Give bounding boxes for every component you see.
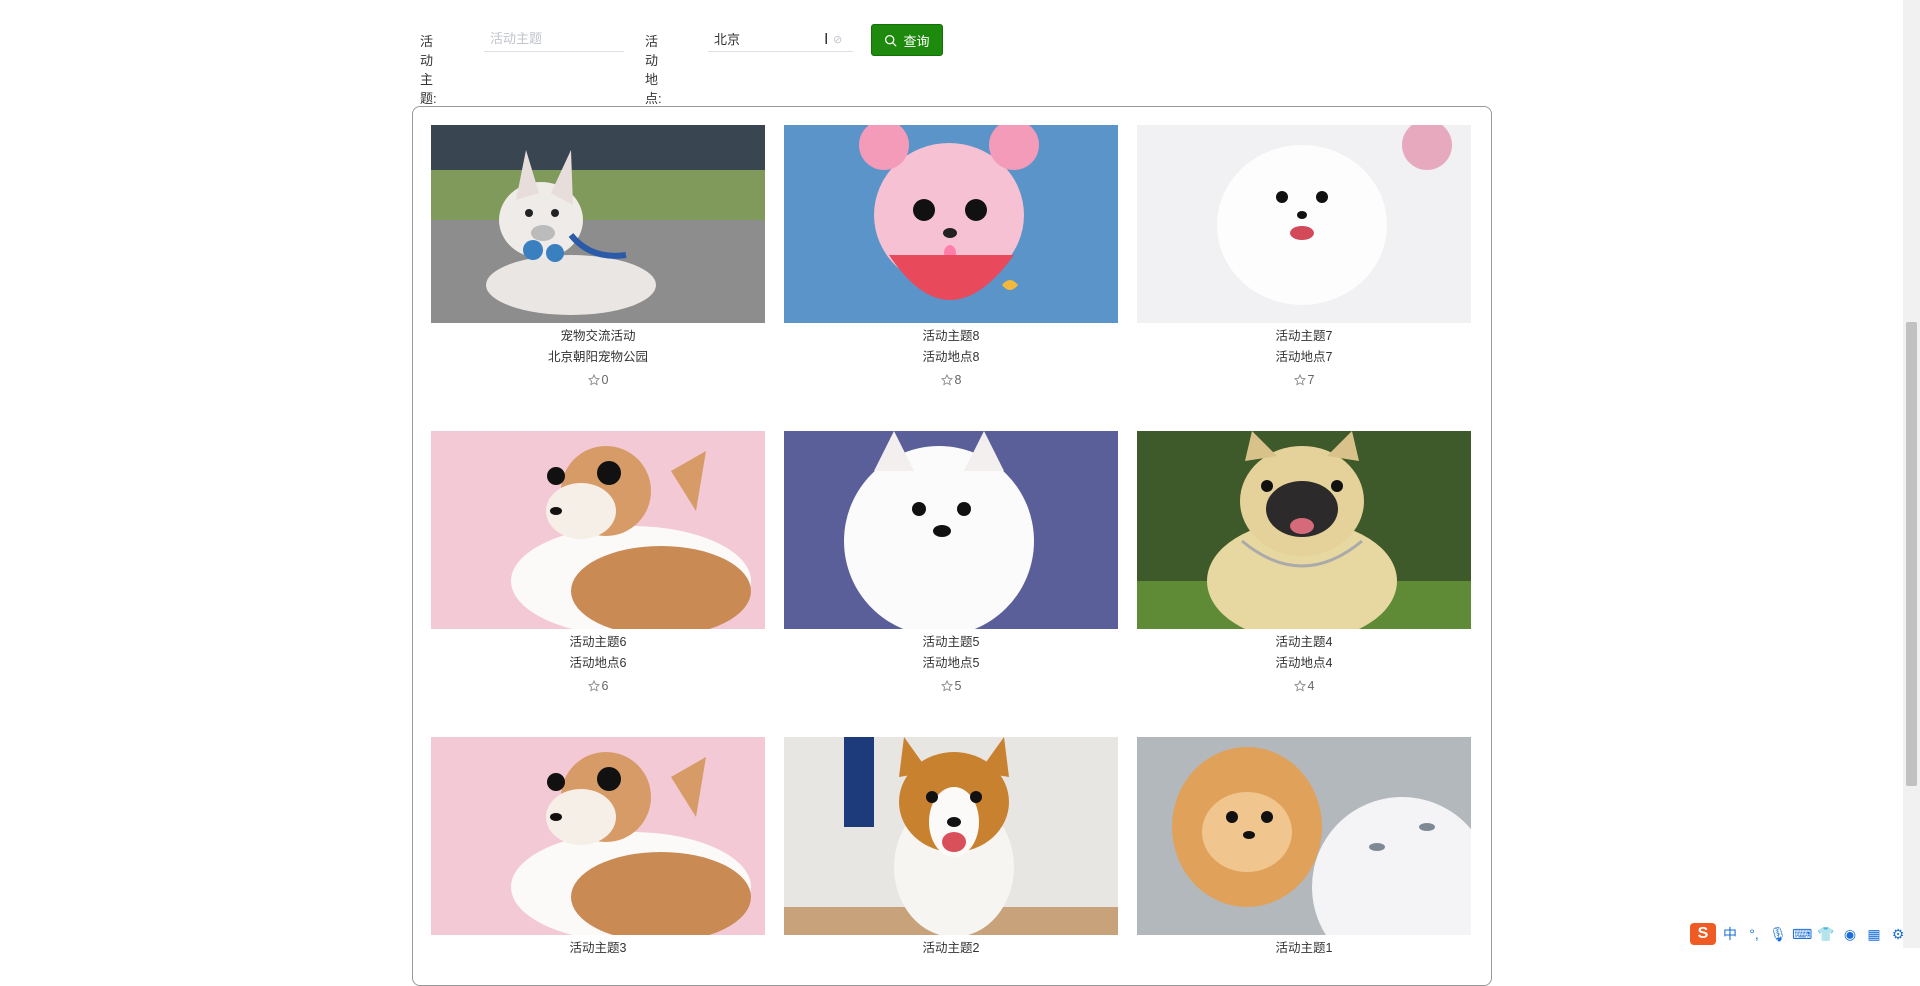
card-title: 活动主题3 [569, 941, 627, 955]
samoyed-photo[interactable] [784, 431, 1118, 629]
place-label: 活动地点: [645, 34, 662, 106]
orange-pomeranian-photo[interactable] [1137, 737, 1471, 935]
card-title: 宠物交流活动 [560, 329, 636, 343]
card-title: 活动主题8 [922, 329, 980, 343]
activity-card-panel: 宠物交流活动 北京朝阳宠物公园 0 活动主题8 活动地点8 8 活动主题7 活动… [412, 106, 1492, 986]
card-title: 活动主题2 [922, 941, 980, 955]
text-cursor-icon: I [824, 31, 829, 48]
place-input[interactable] [708, 26, 853, 52]
vertical-scrollbar[interactable] [1903, 0, 1920, 948]
settings-icon[interactable]: ⚙ [1888, 926, 1908, 943]
card-place: 活动地点8 [922, 350, 980, 364]
favorite-count[interactable]: 8 [784, 373, 1118, 387]
chihuahua-photo[interactable] [431, 431, 765, 629]
pink-pomeranian-photo[interactable] [784, 125, 1118, 323]
favorite-count[interactable]: 6 [431, 679, 765, 693]
favorite-count-value: 4 [1307, 679, 1315, 693]
scrollbar-thumb[interactable] [1906, 322, 1917, 786]
card-place: 活动地点7 [1275, 350, 1333, 364]
favorite-count-value: 7 [1307, 373, 1315, 387]
star-icon [1293, 680, 1306, 692]
skin-icon[interactable]: 👕 [1816, 926, 1836, 943]
punctuation-icon[interactable]: °, [1744, 926, 1764, 942]
card-place: 活动地点4 [1275, 656, 1333, 670]
keyboard-icon[interactable]: ⌨ [1792, 926, 1812, 943]
activity-card[interactable]: 活动主题4 活动地点4 4 [1137, 431, 1471, 693]
card-place: 北京朝阳宠物公园 [547, 350, 648, 364]
favorite-count-value: 8 [954, 373, 962, 387]
topic-input[interactable] [484, 26, 624, 52]
card-title: 活动主题6 [569, 635, 627, 649]
star-icon [587, 680, 600, 692]
ime-toolbar: S 中 °, 🎙 ⌨ 👕 ◉ ▦ ⚙ [1690, 922, 1908, 946]
card-title: 活动主题7 [1275, 329, 1333, 343]
activity-card[interactable]: 活动主题8 活动地点8 8 [784, 125, 1118, 387]
french-bulldog-photo[interactable] [431, 125, 765, 323]
sogou-logo-icon[interactable]: S [1690, 923, 1716, 945]
favorite-count-value: 5 [954, 679, 962, 693]
corgi-photo[interactable] [784, 737, 1118, 935]
robot-icon[interactable]: ◉ [1840, 926, 1860, 943]
activity-card[interactable]: 活动主题3 [431, 737, 765, 959]
microphone-icon[interactable]: 🎙 [1768, 926, 1788, 943]
activity-card[interactable]: 活动主题7 活动地点7 7 [1137, 125, 1471, 387]
query-button[interactable]: 查询 [871, 24, 943, 56]
favorite-count-value: 6 [601, 679, 609, 693]
star-icon [940, 374, 953, 386]
white-pomeranian-photo[interactable] [1137, 125, 1471, 323]
card-title: 活动主题5 [922, 635, 980, 649]
card-place: 活动地点5 [922, 656, 980, 670]
activity-card[interactable]: 活动主题5 活动地点5 5 [784, 431, 1118, 693]
clear-icon[interactable]: ⊘ [833, 33, 842, 46]
star-icon [587, 374, 600, 386]
activity-card[interactable]: 宠物交流活动 北京朝阳宠物公园 0 [431, 125, 765, 387]
chihuahua-photo[interactable] [431, 737, 765, 935]
activity-card[interactable]: 活动主题6 活动地点6 6 [431, 431, 765, 693]
topic-label: 活动主题: [420, 34, 437, 106]
activity-card[interactable]: 活动主题2 [784, 737, 1118, 959]
favorite-count[interactable]: 5 [784, 679, 1118, 693]
favorite-count[interactable]: 0 [431, 373, 765, 387]
activity-card[interactable]: 活动主题1 [1137, 737, 1471, 959]
favorite-count[interactable]: 4 [1137, 679, 1471, 693]
card-place: 活动地点6 [569, 656, 627, 670]
ime-mode[interactable]: 中 [1720, 924, 1740, 944]
card-title: 活动主题4 [1275, 635, 1333, 649]
favorite-count-value: 0 [601, 373, 609, 387]
apps-icon[interactable]: ▦ [1864, 926, 1884, 943]
favorite-count[interactable]: 7 [1137, 373, 1471, 387]
card-title: 活动主题1 [1275, 941, 1333, 955]
star-icon [1293, 374, 1306, 386]
query-button-label: 查询 [903, 33, 930, 49]
search-icon [885, 34, 897, 46]
star-icon [940, 680, 953, 692]
french-bulldog-adult-photo[interactable] [1137, 431, 1471, 629]
